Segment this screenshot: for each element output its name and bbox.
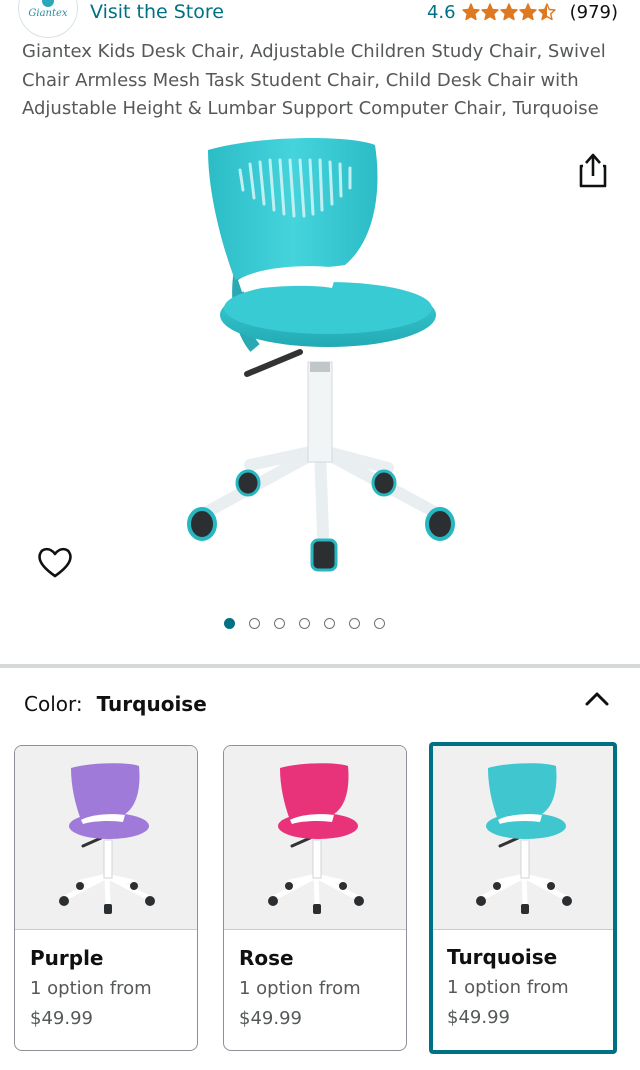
- chair-thumbnail-image: [476, 762, 572, 914]
- color-option-thumbnail: [15, 746, 197, 930]
- pagination-dot[interactable]: [299, 618, 310, 629]
- color-option-purple[interactable]: Purple 1 option from $49.99: [14, 745, 198, 1051]
- color-option-name: Rose: [239, 946, 294, 970]
- color-label: Color:: [24, 692, 83, 716]
- product-image[interactable]: [150, 130, 480, 590]
- color-option-availability: 1 option from: [447, 977, 569, 998]
- color-option-thumbnail: [433, 746, 613, 930]
- image-pagination: [224, 618, 385, 629]
- color-option-name: Purple: [30, 946, 104, 970]
- star-full-icon: [518, 3, 537, 21]
- store-logo-text: Giantex: [28, 8, 68, 19]
- color-option-rose[interactable]: Rose 1 option from $49.99: [223, 745, 407, 1051]
- rating-value: 4.6: [426, 1, 456, 23]
- color-option-availability: 1 option from: [30, 978, 152, 999]
- rating-summary[interactable]: 4.6 (979): [427, 0, 618, 24]
- selected-color-value: Turquoise: [96, 692, 207, 716]
- color-selection-header: Color: Turquoise: [24, 690, 207, 718]
- pagination-dot[interactable]: [274, 618, 285, 629]
- review-count[interactable]: (979): [570, 2, 618, 23]
- pagination-dot[interactable]: [224, 618, 235, 629]
- product-title: Giantex Kids Desk Chair, Adjustable Chil…: [22, 41, 606, 119]
- share-icon[interactable]: [575, 150, 611, 190]
- visit-store-link[interactable]: Visit the Store: [90, 0, 224, 24]
- star-full-icon: [499, 3, 518, 21]
- color-option-availability: 1 option from: [239, 978, 361, 999]
- chair-thumbnail-image: [268, 762, 364, 914]
- pagination-dot[interactable]: [374, 618, 385, 629]
- store-logo[interactable]: Giantex: [18, 0, 78, 38]
- color-option-name: Turquoise: [447, 945, 558, 969]
- color-option-price: $49.99: [447, 1007, 510, 1028]
- logo-mark: [42, 0, 54, 7]
- pagination-dot[interactable]: [249, 618, 260, 629]
- chair-thumbnail-image: [59, 762, 155, 914]
- star-full-icon: [480, 3, 499, 21]
- star-rating: [461, 3, 556, 21]
- star-full-icon: [461, 3, 480, 21]
- color-option-turquoise[interactable]: Turquoise 1 option from $49.99: [429, 742, 617, 1054]
- chevron-up-icon[interactable]: [582, 684, 612, 714]
- section-divider: [0, 664, 640, 668]
- pagination-dot[interactable]: [324, 618, 335, 629]
- star-half-icon: [537, 3, 556, 21]
- pagination-dot[interactable]: [349, 618, 360, 629]
- heart-icon[interactable]: [36, 543, 74, 581]
- color-option-thumbnail: [224, 746, 406, 930]
- color-option-price: $49.99: [30, 1008, 93, 1029]
- color-option-price: $49.99: [239, 1008, 302, 1029]
